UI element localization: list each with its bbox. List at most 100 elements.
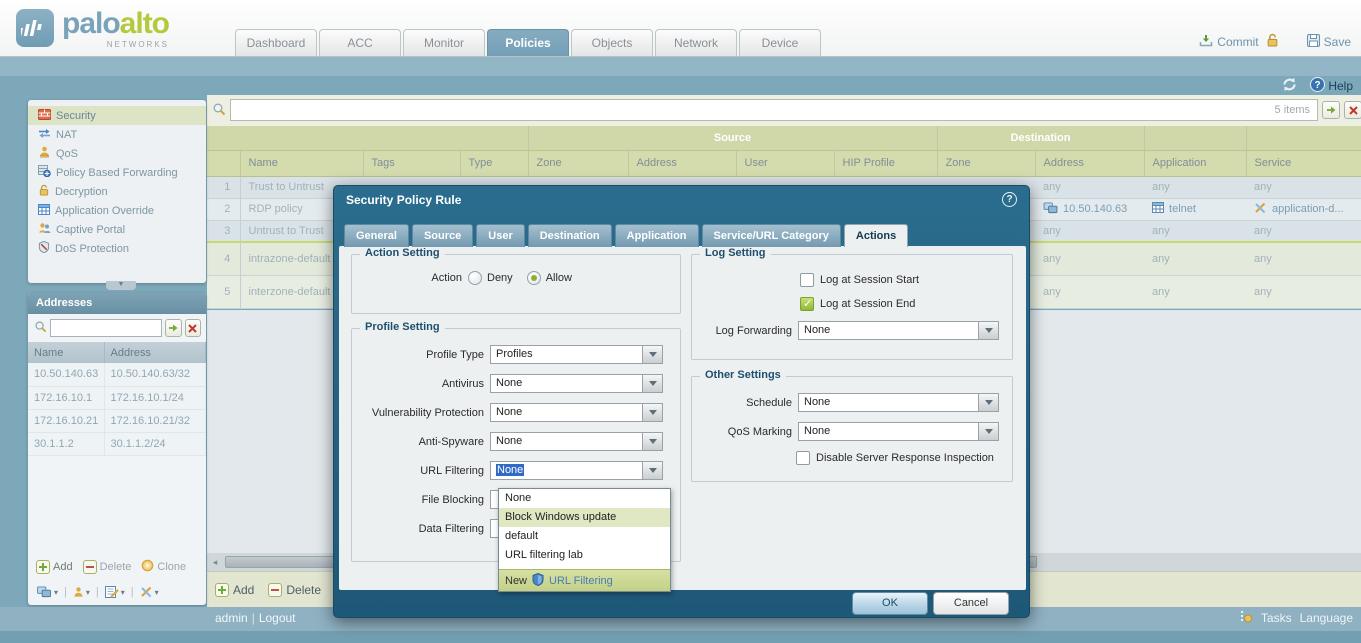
action-allow-radio[interactable] xyxy=(527,271,541,285)
col-src-address[interactable]: Address xyxy=(628,150,736,176)
profile-setting-legend: Profile Setting xyxy=(360,321,445,333)
dropdown-arrow-icon[interactable] xyxy=(642,461,663,480)
dropdown-option-default[interactable]: default xyxy=(499,527,670,546)
log-session-end-checkbox[interactable] xyxy=(800,297,814,311)
sidebar-item-qos[interactable]: QoS QoS xyxy=(28,144,206,163)
rules-search-input[interactable] xyxy=(230,99,1318,121)
delete-rule-button[interactable]: Delete xyxy=(268,583,321,597)
dialog-tab-destination[interactable]: Destination xyxy=(528,224,612,247)
dropdown-option-url-filtering-lab[interactable]: URL filtering lab xyxy=(499,546,670,565)
col-name[interactable]: Name xyxy=(240,150,363,176)
dropdown-arrow-icon[interactable] xyxy=(642,345,663,364)
dropdown-arrow-icon[interactable] xyxy=(642,432,663,451)
add-address-button[interactable]: Add xyxy=(36,560,73,574)
user-menu-button[interactable]: ▾ xyxy=(73,586,90,598)
antivirus-select[interactable]: None xyxy=(490,374,663,393)
col-service[interactable]: Service xyxy=(1246,150,1361,176)
col-dst-address[interactable]: Address xyxy=(1035,150,1144,176)
refresh-icon[interactable] xyxy=(1281,77,1298,95)
address-row[interactable]: 172.16.10.1172.16.10.1/24 xyxy=(28,386,206,409)
tab-monitor[interactable]: Monitor xyxy=(403,29,485,56)
add-rule-button[interactable]: Add xyxy=(215,583,254,597)
tab-objects[interactable]: Objects xyxy=(571,29,653,56)
dialog-tab-user[interactable]: User xyxy=(476,224,524,247)
schedule-label: Schedule xyxy=(692,397,792,409)
col-hip-profile[interactable]: HIP Profile xyxy=(834,150,937,176)
addresses-search-input[interactable] xyxy=(50,319,162,337)
help-button[interactable]: ? Help xyxy=(1310,77,1353,95)
logout-link[interactable]: Logout xyxy=(259,611,296,625)
col-tags[interactable]: Tags xyxy=(363,150,460,176)
commit-button[interactable]: Commit xyxy=(1199,34,1258,50)
sidebar-item-captive-portal[interactable]: Captive Portal xyxy=(28,220,206,239)
dropdown-arrow-icon[interactable] xyxy=(642,403,663,422)
log-forwarding-select[interactable]: None xyxy=(798,321,999,340)
scroll-left-arrow[interactable]: ◂ xyxy=(207,557,223,568)
vulnerability-protection-select[interactable]: None xyxy=(490,403,663,422)
new-url-filtering-link[interactable]: URL Filtering xyxy=(549,575,613,587)
save-button[interactable]: Save xyxy=(1307,34,1351,50)
edit-menu-button[interactable]: ▾ xyxy=(105,586,125,598)
group-header-source: Source xyxy=(528,126,937,150)
action-deny-label: Deny xyxy=(487,272,513,284)
tasks-button[interactable]: Tasks xyxy=(1261,611,1292,625)
dialog-tab-actions[interactable]: Actions xyxy=(844,224,908,247)
addr-col-address[interactable]: Address xyxy=(104,342,206,363)
dialog-tab-service-url-category[interactable]: Service/URL Category xyxy=(702,224,841,247)
dropdown-arrow-icon[interactable] xyxy=(642,374,663,393)
dialog-tab-application[interactable]: Application xyxy=(615,224,699,247)
address-row[interactable]: 30.1.1.230.1.1.2/24 xyxy=(28,432,206,455)
dropdown-option-block-windows-update[interactable]: Block Windows update xyxy=(499,508,670,527)
search-clear-button[interactable] xyxy=(1344,101,1361,119)
tab-device[interactable]: Device xyxy=(739,29,821,56)
url-filtering-select[interactable]: None xyxy=(490,461,663,480)
dropdown-arrow-icon[interactable] xyxy=(978,422,999,441)
anti-spyware-select[interactable]: None xyxy=(490,432,663,451)
profile-type-select[interactable]: Profiles xyxy=(490,345,663,364)
sidebar-item-dos-protection[interactable]: DoS Protection xyxy=(28,239,206,258)
dialog-tab-source[interactable]: Source xyxy=(412,224,473,247)
tools-menu-button[interactable]: ▾ xyxy=(140,586,159,598)
app-override-icon xyxy=(38,204,50,218)
delete-address-button[interactable]: Delete xyxy=(83,560,132,574)
col-application[interactable]: Application xyxy=(1144,150,1246,176)
tab-policies[interactable]: Policies xyxy=(487,29,569,56)
panel-collapse-handle[interactable]: ▼ xyxy=(106,281,136,290)
search-apply-button[interactable] xyxy=(1322,101,1340,119)
profile-type-label: Profile Type xyxy=(352,349,484,361)
dropdown-option-none[interactable]: None xyxy=(499,489,670,508)
sidebar-item-policy-based-forwarding[interactable]: Policy Based Forwarding xyxy=(28,163,206,182)
col-type[interactable]: Type xyxy=(460,150,528,176)
col-user[interactable]: User xyxy=(736,150,834,176)
sidebar-item-nat[interactable]: NAT xyxy=(28,125,206,144)
service-cell: application-d... xyxy=(1246,198,1361,220)
col-dst-zone[interactable]: Zone xyxy=(937,150,1035,176)
dropdown-arrow-icon[interactable] xyxy=(978,393,999,412)
address-row[interactable]: 10.50.140.6310.50.140.63/32 xyxy=(28,363,206,386)
dialog-help-icon[interactable]: ? xyxy=(1002,192,1017,207)
clone-address-button[interactable]: Clone xyxy=(141,559,186,575)
tab-network[interactable]: Network xyxy=(655,29,737,56)
col-src-zone[interactable]: Zone xyxy=(528,150,628,176)
addresses-search-apply-button[interactable] xyxy=(165,319,182,337)
cancel-button[interactable]: Cancel xyxy=(933,592,1009,615)
language-button[interactable]: Language xyxy=(1300,611,1353,625)
addr-col-name[interactable]: Name xyxy=(28,342,104,363)
ok-button[interactable]: OK xyxy=(852,592,928,615)
objects-menu-button[interactable]: ▾ xyxy=(36,586,58,598)
action-deny-radio[interactable] xyxy=(468,271,482,285)
sidebar-item-decryption[interactable]: Decryption xyxy=(28,182,206,201)
addresses-search-clear-button[interactable] xyxy=(185,319,202,337)
sidebar-item-application-override[interactable]: Application Override xyxy=(28,201,206,220)
tab-acc[interactable]: ACC xyxy=(319,29,401,56)
sidebar-item-security[interactable]: Security xyxy=(28,106,206,125)
commit-lock-icon[interactable] xyxy=(1266,33,1279,50)
dropdown-arrow-icon[interactable] xyxy=(978,321,999,340)
log-session-start-checkbox[interactable] xyxy=(800,273,814,287)
address-row[interactable]: 172.16.10.21172.16.10.21/32 xyxy=(28,409,206,432)
disable-server-response-inspection-checkbox[interactable] xyxy=(796,451,810,465)
dialog-tab-general[interactable]: General xyxy=(344,224,409,247)
tab-dashboard[interactable]: Dashboard xyxy=(235,29,317,56)
qos-marking-select[interactable]: None xyxy=(798,422,999,441)
schedule-select[interactable]: None xyxy=(798,393,999,412)
